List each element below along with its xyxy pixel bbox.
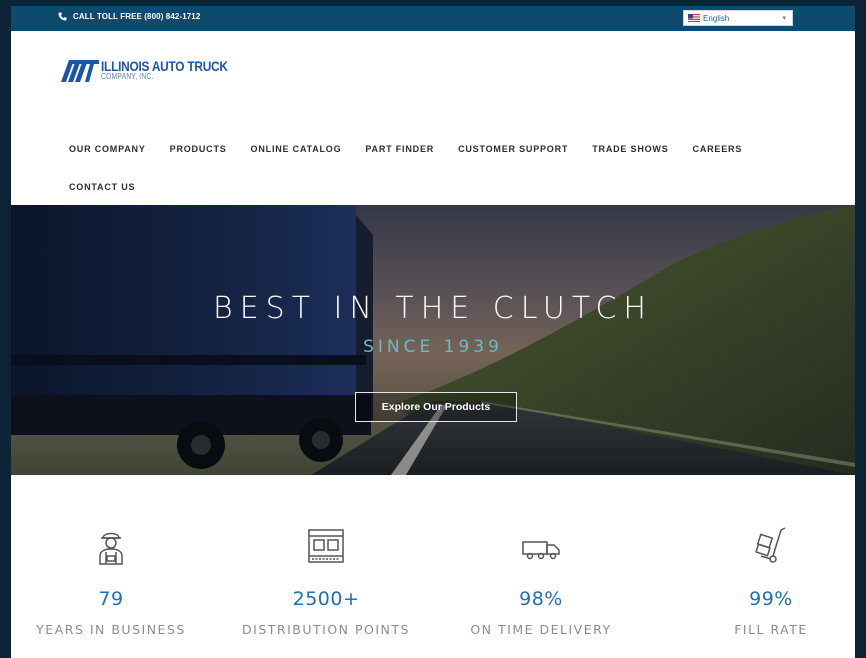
main-nav: OUR COMPANY PRODUCTS ONLINE CATALOG PART… [69,140,809,196]
stat-years-in-business: 79 YEARS IN BUSINESS [11,526,211,637]
company-logo[interactable]: ILLINOIS AUTO TRUCK COMPANY, INC. [61,58,250,82]
nav-item-our-company[interactable]: OUR COMPANY [69,144,146,154]
top-bar: CALL TOLL FREE (800) 842-1712 English ▾ [11,6,855,31]
nav-item-customer-support[interactable]: CUSTOMER SUPPORT [458,144,568,154]
phone-icon [58,12,67,21]
language-select[interactable]: English ▾ [683,10,793,26]
nav-item-online-catalog[interactable]: ONLINE CATALOG [251,144,342,154]
nav-item-products[interactable]: PRODUCTS [170,144,227,154]
stat-distribution-points: 2500+ DISTRIBUTION POINTS [226,526,426,637]
toll-free-phone-link[interactable]: CALL TOLL FREE (800) 842-1712 [58,12,200,21]
logo-line2: COMPANY, INC. [101,72,154,81]
stat-label: ON TIME DELIVERY [470,622,612,637]
hero-subtitle: SINCE 1939 [363,337,503,357]
page-frame: CALL TOLL FREE (800) 842-1712 English ▾ [11,6,855,658]
logo-text: ILLINOIS AUTO TRUCK COMPANY, INC. [101,59,250,81]
hand-truck-icon [755,527,786,563]
hero-banner: BEST IN THE CLUTCH SINCE 1939 Explore Ou… [11,205,855,475]
nav-item-part-finder[interactable]: PART FINDER [365,144,434,154]
hero-title: BEST IN THE CLUTCH [213,291,653,326]
nav-item-careers[interactable]: CAREERS [693,144,743,154]
nav-item-contact-us[interactable]: CONTACT US [69,182,135,192]
chevron-down-icon: ▾ [782,15,786,22]
iat-logo-mark-icon [61,60,99,82]
phone-label: CALL TOLL FREE (800) 842-1712 [73,12,201,21]
stats-section: 79 YEARS IN BUSINESS 2500+ DISTRIBUTION … [11,526,855,656]
stat-fill-rate: 99% FILL RATE [671,526,855,637]
stat-value: 99% [749,588,793,610]
worker-icon [99,532,123,565]
stat-on-time-delivery: 98% ON TIME DELIVERY [441,526,641,637]
stat-label: FILL RATE [734,622,808,637]
stat-label: DISTRIBUTION POINTS [242,622,410,637]
stat-value: 2500+ [292,588,360,610]
stat-value: 79 [98,588,124,610]
us-flag-icon [688,14,700,22]
logo-line1: ILLINOIS AUTO TRUCK [101,58,228,74]
stat-label: YEARS IN BUSINESS [36,622,186,637]
explore-products-button[interactable]: Explore Our Products [355,392,517,422]
nav-item-trade-shows[interactable]: TRADE SHOWS [592,144,668,154]
truck-icon [522,541,560,560]
stat-value: 98% [519,588,563,610]
warehouse-icon [308,529,344,563]
language-value: English [703,13,730,23]
